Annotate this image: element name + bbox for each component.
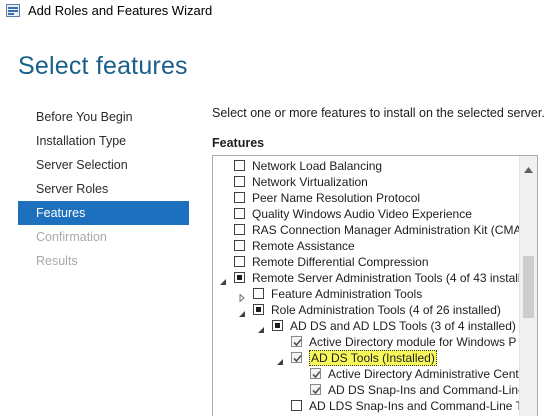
checkbox[interactable] [234,256,245,267]
wizard-nav: Before You Begin Installation Type Server … [18,105,189,273]
feature-label: Peer Name Resolution Protocol [252,191,421,205]
feature-label: Feature Administration Tools [271,287,423,301]
partial-checkbox[interactable] [234,272,245,283]
checkbox[interactable] [234,224,245,235]
nav-item-installation-type[interactable]: Installation Type [18,129,189,153]
partial-checkbox[interactable] [253,304,264,315]
nav-item-results: Results [36,254,78,268]
feature-row[interactable]: Peer Name Resolution Protocol [213,190,519,206]
instruction-text: Select one or more features to install o… [212,106,545,120]
partial-checkbox[interactable] [272,320,283,331]
feature-row[interactable]: Remote Differential Compression [213,254,519,270]
checkbox[interactable] [253,288,264,299]
checked-checkbox[interactable] [310,384,321,395]
feature-label: AD DS and AD LDS Tools (3 of 4 installed… [290,319,516,333]
feature-label: Active Directory Administrative Cent [328,367,519,381]
features-tree-rows: Network Load Balancing Network Virtualiza… [213,158,525,414]
feature-label: AD DS Snap-Ins and Command-Line [328,383,525,397]
nav-item-server-roles[interactable]: Server Roles [18,177,189,201]
feature-row[interactable]: Network Virtualization [213,174,519,190]
feature-row[interactable]: Network Load Balancing [213,158,519,174]
feature-row[interactable]: Remote Assistance [213,238,519,254]
tree-scrollbar[interactable] [519,156,537,416]
feature-label: RAS Connection Manager Administration Ki… [252,223,522,237]
checkbox[interactable] [234,176,245,187]
feature-row[interactable]: AD DS Tools (Installed) [213,350,519,366]
nav-item-before-you-begin[interactable]: Before You Begin [18,105,189,129]
feature-row[interactable]: Remote Server Administration Tools (4 of… [213,270,521,286]
feature-row[interactable]: AD DS Snap-Ins and Command-Line [213,382,525,398]
checkbox[interactable] [234,208,245,219]
nav-item-confirmation: Confirmation [36,230,107,244]
feature-row[interactable]: AD DS and AD LDS Tools (3 of 4 installed… [213,318,519,334]
feature-label: AD LDS Snap-Ins and Command-Line T [309,399,523,413]
nav-item-server-selection[interactable]: Server Selection [18,153,189,177]
page-title: Select features [18,52,188,80]
collapse-arrow-icon[interactable] [257,322,265,333]
feature-label: Remote Assistance [252,239,355,253]
feature-label: Remote Server Administration Tools (4 of… [252,271,521,285]
features-label: Features [212,136,265,150]
scroll-up-icon[interactable] [524,160,533,178]
feature-label: Network Load Balancing [252,159,383,173]
feature-row[interactable]: Role Administration Tools (4 of 26 insta… [213,302,519,318]
feature-row[interactable]: AD LDS Snap-Ins and Command-Line T [213,398,523,414]
feature-row[interactable]: RAS Connection Manager Administration Ki… [213,222,522,238]
collapse-arrow-icon[interactable] [276,354,284,365]
title-bar: Add Roles and Features Wizard [0,0,556,30]
feature-row[interactable]: Active Directory module for Windows P [213,334,519,350]
scrollbar-thumb[interactable] [523,256,534,318]
collapse-arrow-icon[interactable] [238,306,246,317]
window-title: Add Roles and Features Wizard [28,3,213,18]
features-tree[interactable]: Network Load Balancing Network Virtualiza… [212,155,538,416]
feature-label: Active Directory module for Windows P [309,335,517,349]
feature-row[interactable]: Feature Administration Tools [213,286,519,303]
collapse-arrow-icon[interactable] [219,274,227,285]
checkbox[interactable] [234,240,245,251]
feature-label: AD DS Tools (Installed) [309,350,437,366]
checked-checkbox[interactable] [291,352,302,363]
feature-row[interactable]: Quality Windows Audio Video Experience [213,206,519,222]
checkbox[interactable] [234,160,245,171]
feature-label: Quality Windows Audio Video Experience [252,207,472,221]
checkbox[interactable] [234,192,245,203]
checkbox[interactable] [291,400,302,411]
checked-checkbox[interactable] [310,368,321,379]
feature-label: Role Administration Tools (4 of 26 insta… [271,303,501,317]
server-manager-icon [6,4,20,17]
feature-label: Network Virtualization [252,175,368,189]
expand-arrow-icon[interactable] [238,290,246,303]
checked-checkbox[interactable] [291,336,302,347]
nav-item-features[interactable]: Features [18,201,189,225]
feature-row[interactable]: Active Directory Administrative Cent [213,366,519,382]
feature-label: Remote Differential Compression [252,255,429,269]
